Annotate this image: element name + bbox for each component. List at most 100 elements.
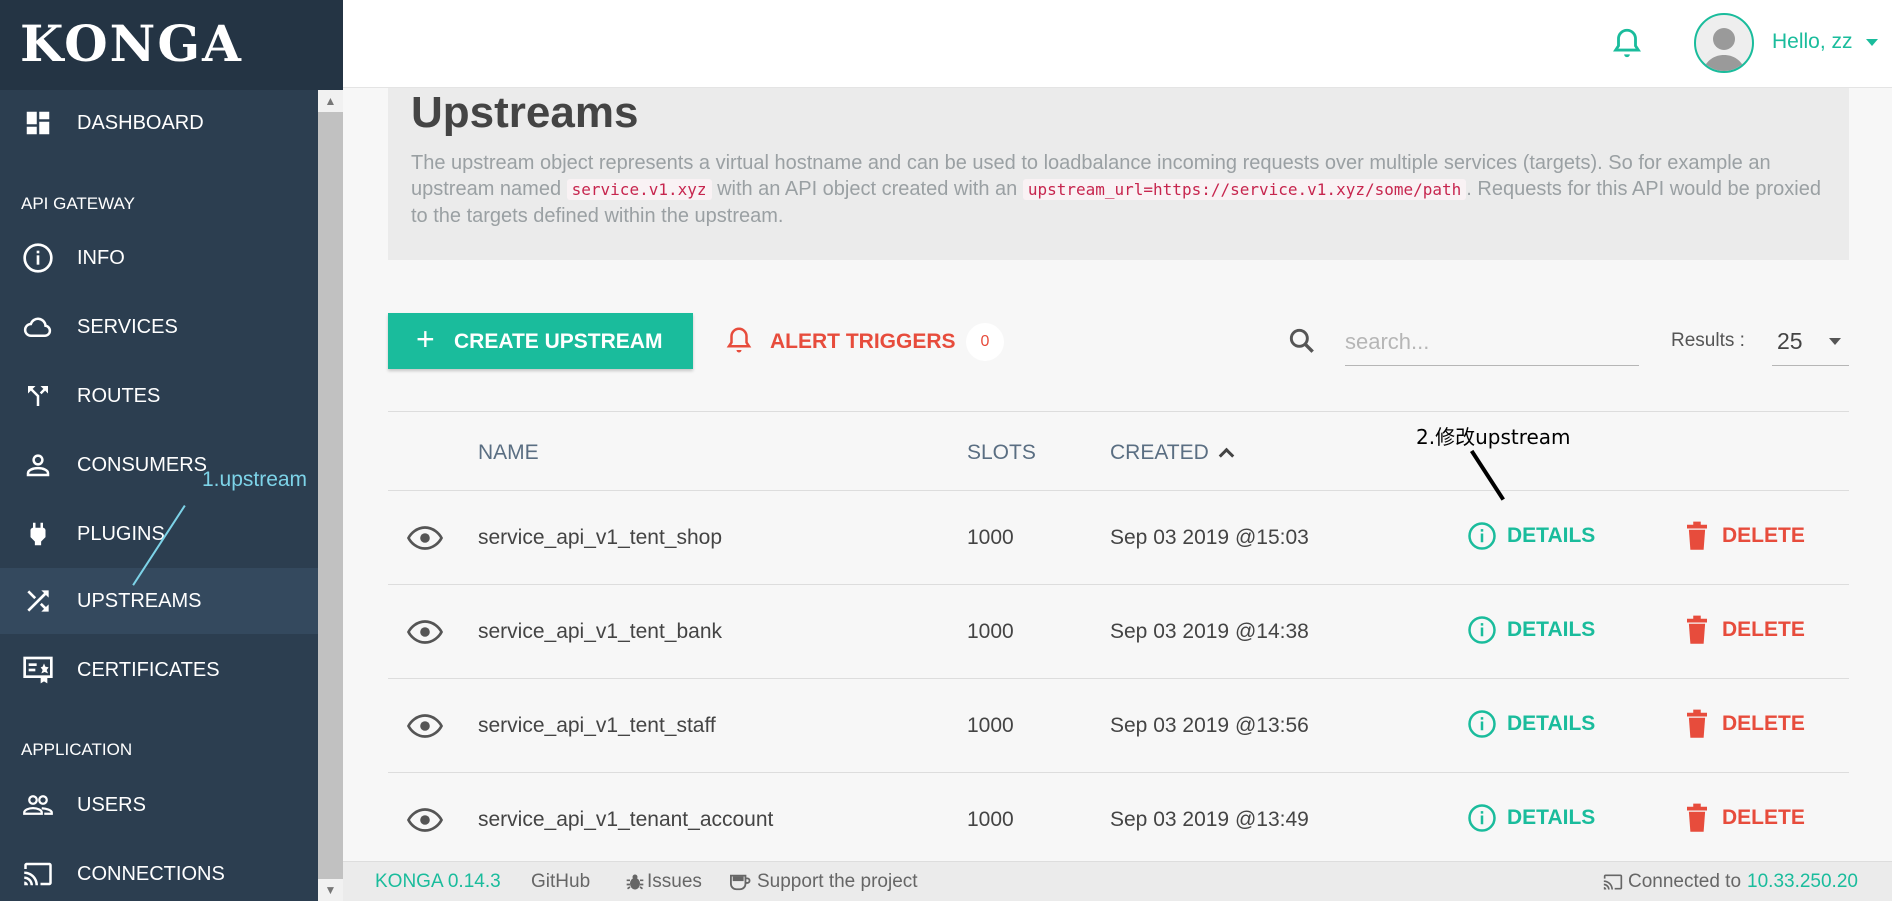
- sidebar-item-upstreams[interactable]: UPSTREAMS: [0, 568, 318, 634]
- annotation-upstream: 1.upstream: [202, 468, 308, 491]
- page-title: Upstreams: [411, 88, 639, 137]
- details-button[interactable]: DETAILS: [1467, 615, 1595, 645]
- dashboard-icon: [22, 107, 54, 139]
- sidebar-item-users[interactable]: USERS: [0, 772, 318, 838]
- sidebar-item-label: CONSUMERS: [77, 453, 208, 476]
- results-value: 25: [1777, 328, 1803, 354]
- user-greeting[interactable]: Hello, zz: [1772, 30, 1853, 54]
- sidebar: KONGA DASHBOARD API GATEWAY INFO SERVICE…: [0, 0, 343, 901]
- upstream-name: service_api_v1_tent_bank: [478, 620, 723, 643]
- sidebar-scrollbar[interactable]: ▲ ▼: [318, 90, 343, 901]
- sidebar-item-info[interactable]: INFO: [0, 225, 318, 291]
- delete-button[interactable]: DELETE: [1684, 521, 1805, 551]
- top-header: [343, 0, 1892, 88]
- sidebar-item-label: DASHBOARD: [77, 111, 204, 134]
- sidebar-item-label: UPSTREAMS: [77, 589, 202, 612]
- page-intro: Upstreams The upstream object represents…: [388, 88, 1849, 260]
- upstream-name: service_api_v1_tenant_account: [478, 808, 774, 831]
- upstream-created: Sep 03 2019 @13:56: [1110, 714, 1309, 737]
- info-icon: [1468, 710, 1496, 738]
- upstream-created: Sep 03 2019 @14:38: [1110, 620, 1309, 643]
- annotation-modify-upstream: 2.修改upstream: [1416, 425, 1571, 449]
- code-snippet: upstream_url=https://service.v1.xyz/some…: [1022, 179, 1467, 200]
- sidebar-item-label: ROUTES: [77, 384, 161, 407]
- sort-ascending-icon: [1218, 447, 1235, 464]
- upstream-slots: 1000: [967, 526, 1014, 549]
- plus-icon: +: [416, 321, 435, 357]
- sidebar-item-services[interactable]: SERVICES: [0, 294, 318, 360]
- delete-button[interactable]: DELETE: [1684, 803, 1805, 833]
- description-text: with an API object created with an: [717, 178, 1018, 200]
- table-row: service_api_v1_tent_staff 1000 Sep 03 20…: [388, 679, 1849, 773]
- support-link[interactable]: Support the project: [729, 871, 918, 893]
- sidebar-item-label: USERS: [77, 793, 146, 816]
- upstream-name: service_api_v1_tent_staff: [478, 714, 716, 737]
- notifications-bell-icon[interactable]: [1610, 24, 1644, 67]
- plug-icon: [22, 518, 54, 550]
- sidebar-item-plugins[interactable]: PLUGINS: [0, 501, 318, 567]
- create-upstream-button[interactable]: + CREATE UPSTREAM: [388, 313, 693, 369]
- delete-label: DELETE: [1722, 806, 1805, 829]
- upstream-name: service_api_v1_tent_shop: [478, 526, 723, 549]
- logo-bar: KONGA: [0, 0, 343, 90]
- column-header-label: CREATED: [1110, 441, 1209, 464]
- column-header-name[interactable]: NAME: [478, 441, 539, 465]
- create-upstream-label: CREATE UPSTREAM: [454, 330, 663, 353]
- info-icon: [22, 242, 54, 274]
- chevron-down-icon[interactable]: [1866, 39, 1878, 46]
- column-header-slots[interactable]: SLOTS: [967, 441, 1036, 465]
- details-label: DETAILS: [1507, 618, 1596, 641]
- support-label: Support the project: [757, 871, 918, 892]
- avatar[interactable]: [1694, 13, 1754, 73]
- table-header: NAME SLOTS CREATED: [388, 411, 1849, 491]
- sidebar-item-dashboard[interactable]: DASHBOARD: [0, 90, 318, 156]
- results-per-page-select[interactable]: 25: [1772, 318, 1849, 366]
- cast-icon: [22, 858, 54, 890]
- details-button[interactable]: DETAILS: [1467, 709, 1595, 739]
- github-link[interactable]: GitHub: [531, 871, 590, 893]
- sidebar-nav: DASHBOARD API GATEWAY INFO SERVICES ROUT…: [0, 90, 318, 901]
- delete-button[interactable]: DELETE: [1684, 709, 1805, 739]
- coffee-icon: [730, 874, 751, 891]
- konga-logo[interactable]: KONGA: [20, 14, 243, 73]
- sidebar-item-certificates[interactable]: CERTIFICATES: [0, 637, 318, 703]
- people-icon: [22, 789, 54, 821]
- certificate-icon: [22, 654, 54, 686]
- details-label: DETAILS: [1507, 806, 1596, 829]
- trash-icon: [1687, 803, 1707, 832]
- footer: KONGA 0.14.3 GitHub Issues Support the p…: [343, 861, 1892, 901]
- info-icon: [1468, 616, 1496, 644]
- sidebar-item-label: PLUGINS: [77, 522, 165, 545]
- table-row: service_api_v1_tent_shop 1000 Sep 03 201…: [388, 491, 1849, 585]
- version-link[interactable]: KONGA 0.14.3: [375, 871, 501, 893]
- column-header-created[interactable]: CREATED: [1110, 441, 1235, 465]
- trash-icon: [1687, 521, 1707, 550]
- trash-icon: [1687, 615, 1707, 644]
- chevron-down-icon: [1829, 338, 1841, 345]
- issues-link[interactable]: Issues: [625, 871, 702, 893]
- eye-icon[interactable]: [406, 620, 444, 649]
- scroll-up-arrow-icon[interactable]: ▲: [318, 90, 343, 112]
- upstream-created: Sep 03 2019 @15:03: [1110, 526, 1309, 549]
- alert-count-badge: 0: [966, 323, 1004, 361]
- search-input[interactable]: [1345, 318, 1639, 366]
- page-description: The upstream object represents a virtual…: [411, 150, 1836, 229]
- scroll-down-arrow-icon[interactable]: ▼: [318, 879, 343, 901]
- person-icon: [22, 449, 54, 481]
- details-button[interactable]: DETAILS: [1467, 803, 1595, 833]
- bug-icon: [626, 874, 644, 890]
- details-label: DETAILS: [1507, 712, 1596, 735]
- delete-button[interactable]: DELETE: [1684, 615, 1805, 645]
- sidebar-item-connections[interactable]: CONNECTIONS: [0, 841, 318, 901]
- alert-bell-icon: [724, 323, 754, 362]
- eye-icon[interactable]: [406, 808, 444, 837]
- upstream-slots: 1000: [967, 714, 1014, 737]
- eye-icon[interactable]: [406, 526, 444, 555]
- code-snippet: service.v1.xyz: [566, 179, 712, 200]
- details-button[interactable]: DETAILS: [1467, 521, 1595, 551]
- eye-icon[interactable]: [406, 714, 444, 743]
- alert-triggers-label: ALERT TRIGGERS: [770, 330, 956, 353]
- delete-label: DELETE: [1722, 524, 1805, 547]
- section-application: APPLICATION: [21, 740, 133, 759]
- sidebar-item-routes[interactable]: ROUTES: [0, 363, 318, 429]
